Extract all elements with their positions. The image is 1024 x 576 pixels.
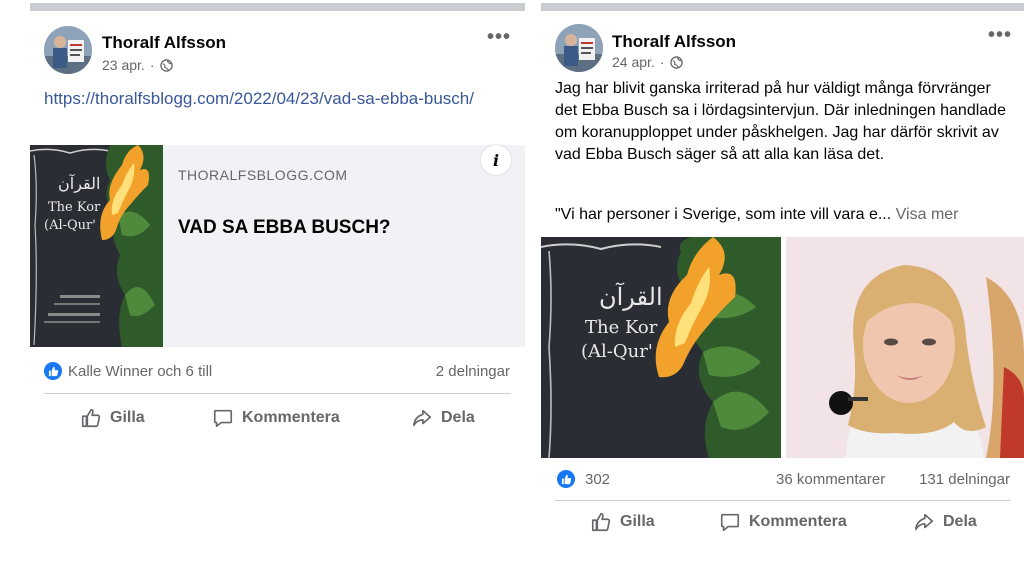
avatar[interactable]: [44, 26, 92, 74]
quote-text: "Vi har personer i Sverige, som inte vil…: [555, 206, 892, 223]
comment-icon: [720, 513, 740, 532]
comment-button[interactable]: Kommentera: [212, 407, 340, 429]
share-icon: [412, 409, 432, 427]
share-count[interactable]: 131 delningar: [919, 471, 1010, 488]
reaction-summary[interactable]: Kalle Winner och 6 till: [44, 362, 212, 380]
image-arabic-text: القرآن: [599, 282, 663, 311]
link-preview-card[interactable]: القرآن The Kor (Al-Qur' THORALFSBLOGG.CO…: [30, 145, 525, 347]
globe-icon: [159, 58, 173, 72]
comment-button[interactable]: Kommentera: [719, 511, 847, 533]
share-icon: [914, 513, 934, 531]
post-meta: 24 apr. ·: [612, 54, 683, 70]
share-label: Dela: [943, 513, 977, 530]
post-link[interactable]: https://thoralfsblogg.com/2022/04/23/vad…: [44, 86, 514, 111]
share-button[interactable]: Dela: [913, 511, 977, 533]
image-title-line2: (Al-Qur': [581, 341, 653, 362]
avatar[interactable]: [555, 24, 603, 72]
post-quote-line: "Vi har personer i Sverige, som inte vil…: [555, 206, 1024, 224]
more-icon[interactable]: •••: [988, 24, 1012, 47]
like-label: Gilla: [110, 409, 145, 426]
share-button[interactable]: Dela: [411, 407, 475, 429]
post-body-text: Jag har blivit ganska irriterad på hur v…: [555, 80, 1006, 163]
post-date[interactable]: 23 apr.: [102, 57, 145, 73]
image-arabic-text: القرآن: [58, 173, 100, 193]
reaction-count[interactable]: 302: [585, 471, 610, 488]
like-label: Gilla: [620, 513, 655, 530]
post-meta: 23 apr. ·: [102, 57, 173, 73]
comment-label: Kommentera: [749, 513, 847, 530]
image-title-line1: The Kor: [585, 317, 658, 338]
link-domain: THORALFSBLOGG.COM: [178, 167, 348, 183]
comment-count[interactable]: 36 kommentarer: [776, 471, 885, 488]
image-title-line2: (Al-Qur': [44, 218, 96, 233]
comment-label: Kommentera: [242, 409, 340, 426]
post-top-border: [541, 3, 1024, 11]
like-reaction-icon: [557, 470, 575, 488]
post-photo-quran[interactable]: القرآن The Kor (Al-Qur': [541, 237, 781, 458]
post-card-left: Thoralf Alfsson 23 apr. · ••• https://th…: [30, 0, 525, 440]
post-date[interactable]: 24 apr.: [612, 54, 655, 70]
comment-icon: [213, 409, 233, 428]
thumbs-up-icon: [81, 408, 101, 428]
reaction-text[interactable]: Kalle Winner och 6 till: [68, 363, 212, 380]
share-count[interactable]: 2 delningar: [436, 363, 510, 380]
reaction-summary[interactable]: 302: [557, 470, 610, 488]
share-label: Dela: [441, 409, 475, 426]
post-top-border: [30, 3, 525, 11]
globe-icon: [669, 55, 683, 69]
like-button[interactable]: Gilla: [590, 511, 655, 533]
post-photo-portrait[interactable]: [786, 237, 1024, 458]
divider: [555, 500, 1010, 501]
see-more-link[interactable]: Visa mer: [896, 206, 959, 223]
author-name[interactable]: Thoralf Alfsson: [612, 32, 736, 52]
like-reaction-icon: [44, 362, 62, 380]
link-preview-image: القرآن The Kor (Al-Qur': [30, 145, 163, 347]
post-card-right: Thoralf Alfsson 24 apr. · ••• Jag har bl…: [541, 0, 1024, 548]
thumbs-up-icon: [591, 512, 611, 532]
link-title[interactable]: VAD SA EBBA BUSCH?: [178, 217, 391, 239]
more-icon[interactable]: •••: [487, 26, 511, 49]
info-icon[interactable]: i: [481, 145, 511, 175]
like-button[interactable]: Gilla: [80, 407, 145, 429]
divider: [44, 393, 511, 394]
image-title-line1: The Kor: [48, 200, 101, 215]
author-name[interactable]: Thoralf Alfsson: [102, 33, 226, 53]
